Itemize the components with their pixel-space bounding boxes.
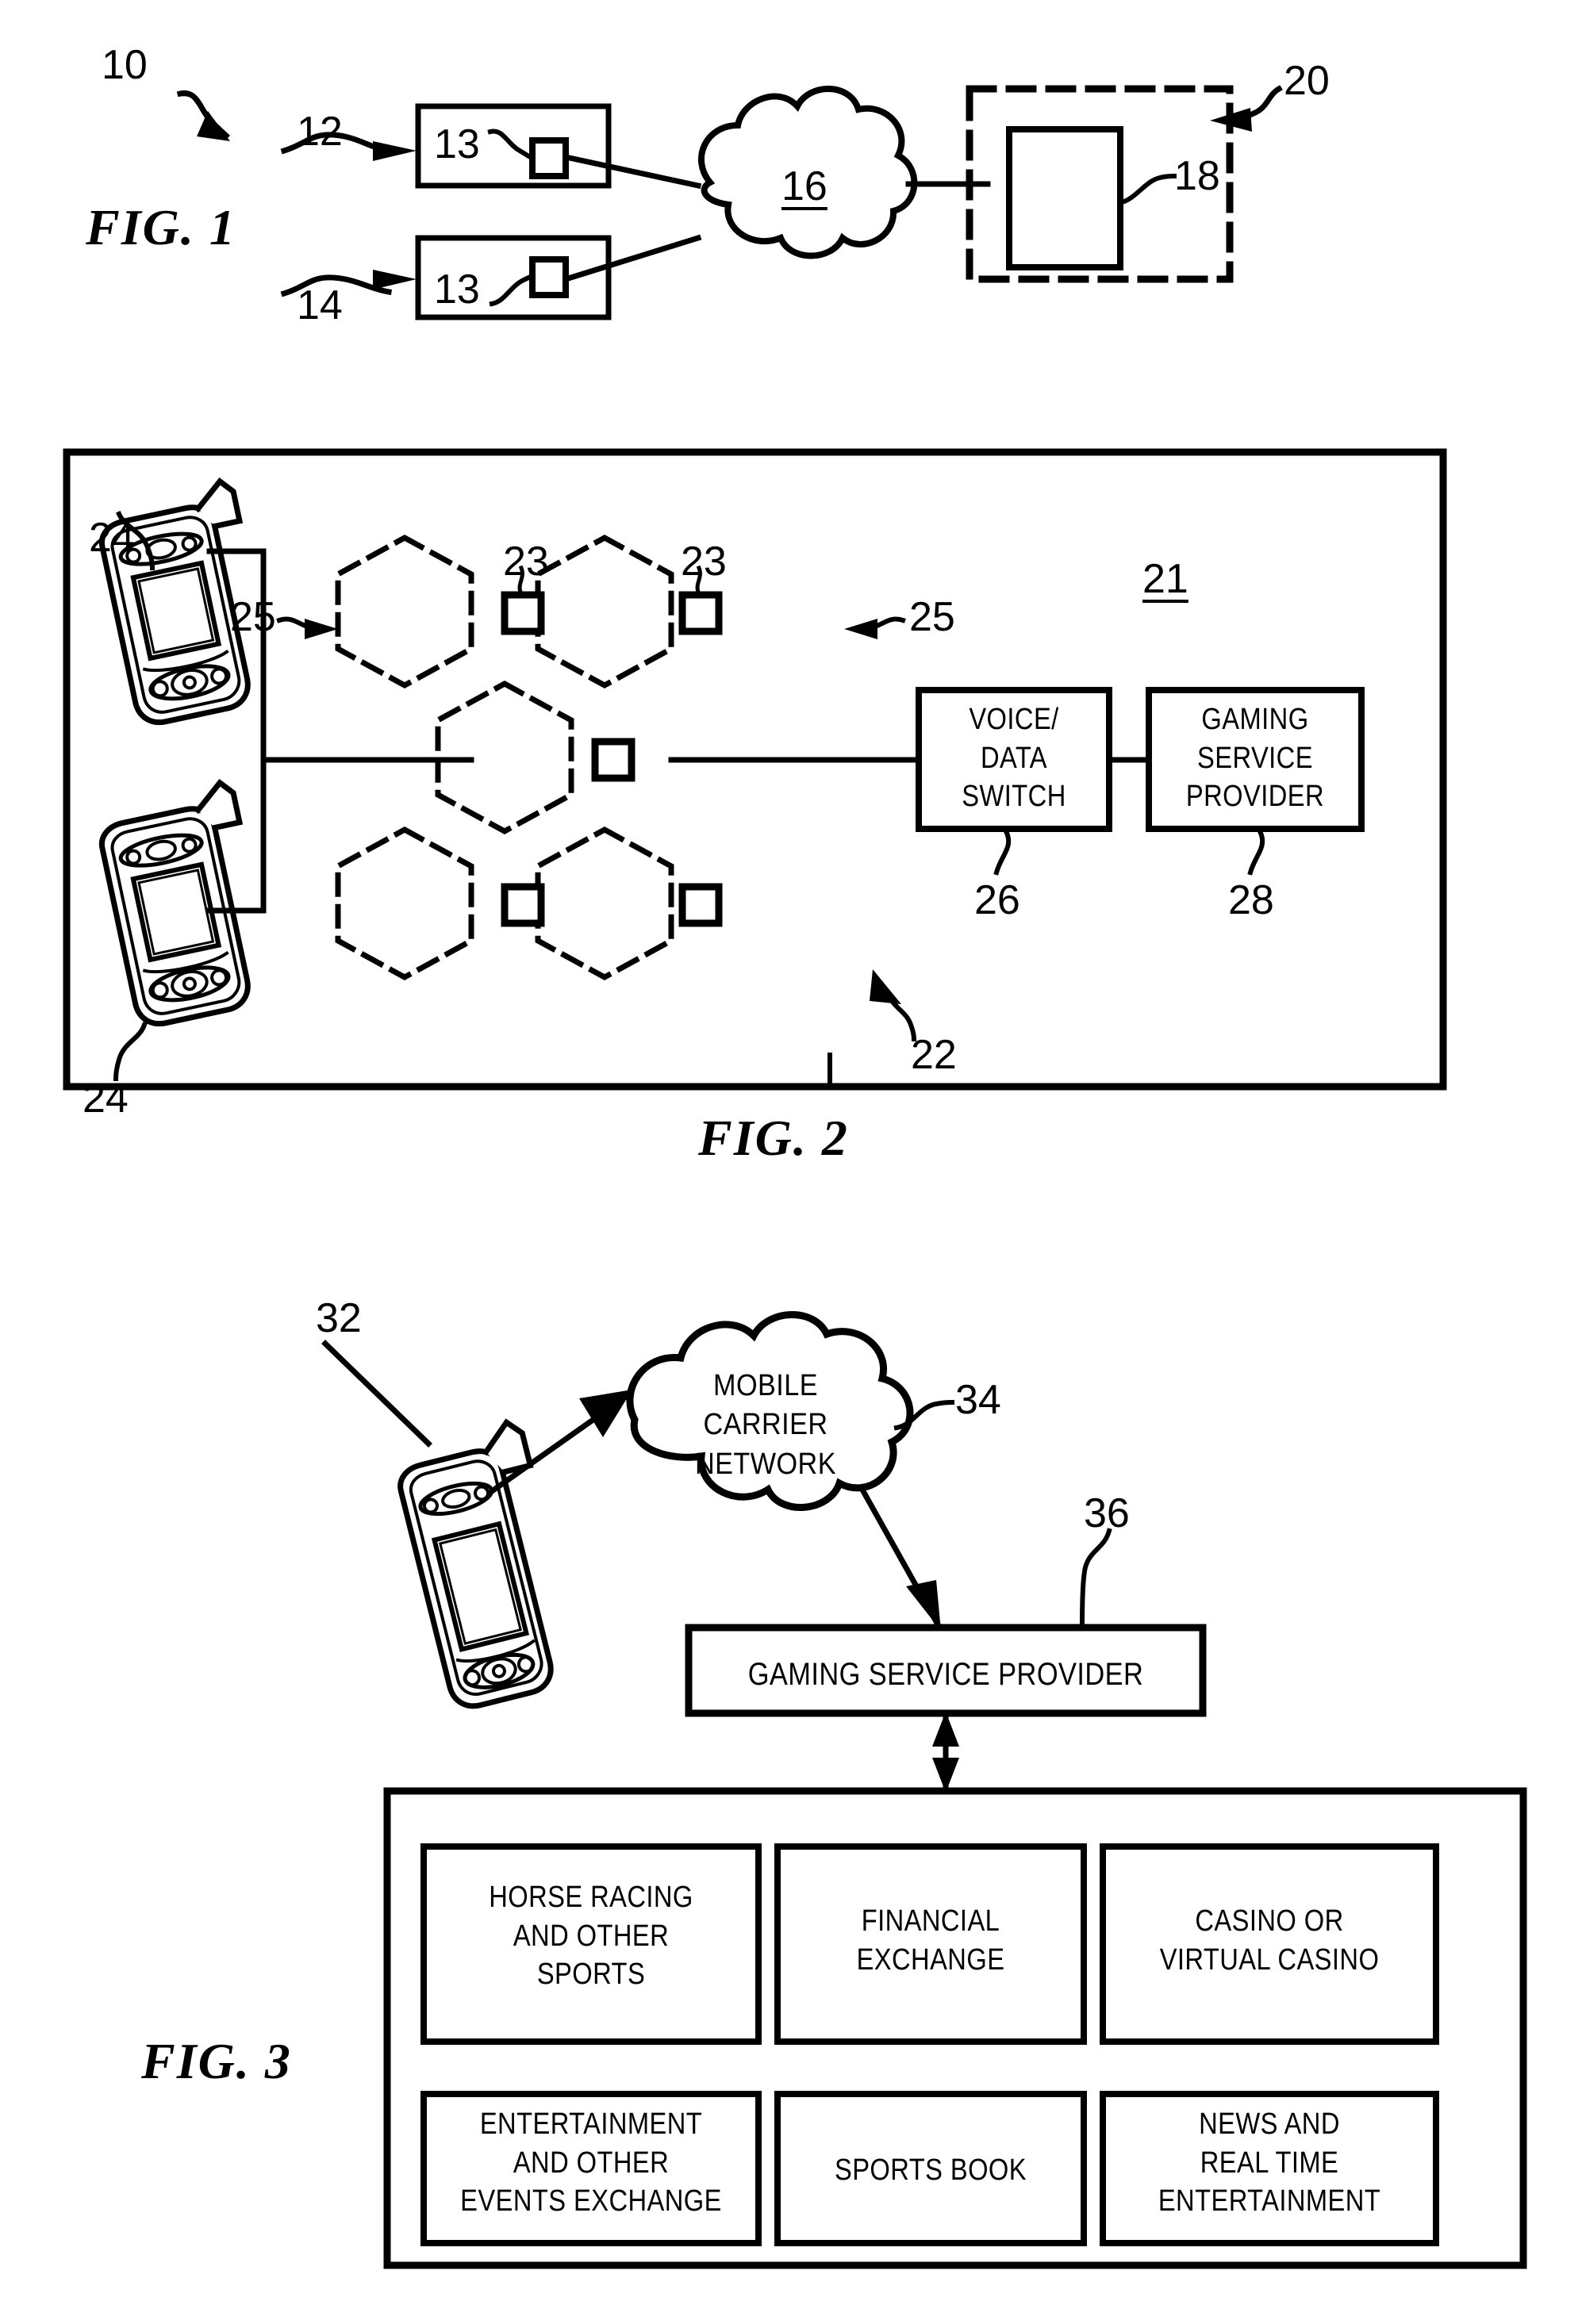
base-station-center <box>591 738 635 782</box>
arrow-head-12 <box>373 141 417 161</box>
mobile-carrier-network-label: MOBILE CARRIER NETWORK <box>695 1369 836 1481</box>
ref-num-14: 14 <box>297 282 343 328</box>
ref-num-10: 10 <box>102 42 148 88</box>
ref-num-28: 28 <box>1228 877 1274 923</box>
cell-center <box>435 681 574 834</box>
base-station-bottom-right <box>678 883 723 927</box>
device-icon-14 <box>529 256 569 298</box>
arrow-head-cloud-to-provider <box>906 1580 941 1631</box>
arrow-head-up <box>932 1712 959 1747</box>
patent-drawing-sheet: FIG. 1 10 12 14 13 13 16 18 20 24 24 25 … <box>0 0 1582 2324</box>
voice-data-switch-label: VOICE/ DATA SWITCH <box>962 703 1066 814</box>
figure-2-caption: FIG. 2 <box>698 1110 849 1166</box>
base-station-top-right-23 <box>678 591 723 635</box>
leader-line-28 <box>1247 827 1265 876</box>
leader-line-24-bottom <box>113 1022 148 1082</box>
cell-top-right <box>535 535 674 688</box>
service-label-entertainment-exchange: ENTERTAINMENT AND OTHER EVENTS EXCHANGE <box>460 2107 722 2219</box>
gaming-service-provider-bar-label: GAMING SERVICE PROVIDER <box>747 1657 1144 1692</box>
arrow-handset-to-cloud <box>488 1392 631 1495</box>
ref-num-24-bottom: 24 <box>83 1076 129 1122</box>
leader-line-13-top <box>487 128 536 162</box>
leader-line-13-bottom <box>489 273 536 307</box>
handset-bottom-24 <box>98 779 251 1027</box>
cell-bottom-left <box>335 826 474 980</box>
leader-line-10 <box>176 90 230 140</box>
server-box-18 <box>1006 126 1123 270</box>
ref-num-24-top: 24 <box>89 515 135 561</box>
arrow-head-25-left <box>305 619 338 639</box>
ref-num-13-bottom: 13 <box>434 267 480 313</box>
leader-line-22 <box>884 988 917 1042</box>
service-label-financial-exchange: FINANCIAL EXCHANGE <box>856 1904 1005 1977</box>
service-label-sports-book: SPORTS BOOK <box>834 2153 1027 2187</box>
service-label-news-entertainment: NEWS AND REAL TIME ENTERTAINMENT <box>1158 2107 1381 2219</box>
leader-line-18 <box>1119 173 1177 205</box>
leader-line-20 <box>1231 85 1283 124</box>
arrow-head-handset-to-cloud <box>579 1390 632 1437</box>
ref-num-12: 12 <box>297 109 343 155</box>
gaming-service-provider-label: GAMING SERVICE PROVIDER <box>1185 703 1325 814</box>
cell-grid-22 <box>335 535 674 980</box>
service-label-casino: CASINO OR VIRTUAL CASINO <box>1159 1904 1380 1977</box>
ref-num-32: 32 <box>316 1295 362 1341</box>
leader-line-32 <box>321 1340 432 1448</box>
ref-num-20: 20 <box>1284 58 1330 104</box>
ref-num-36: 36 <box>1084 1490 1130 1536</box>
ref-num-26: 26 <box>974 877 1020 923</box>
ref-num-21: 21 <box>1142 556 1188 602</box>
ref-num-22: 22 <box>911 1032 957 1078</box>
service-label-horse-racing: HORSE RACING AND OTHER SPORTS <box>489 1881 693 1992</box>
arrow-cloud-to-provider <box>859 1487 942 1628</box>
leader-line-36 <box>1079 1528 1112 1631</box>
cell-bottom-right <box>535 826 674 980</box>
figure-3-caption: FIG. 3 <box>141 2033 292 2089</box>
leader-line-25-left <box>276 616 317 631</box>
leader-line-26 <box>993 827 1012 876</box>
arrow-head-10 <box>197 111 230 141</box>
arrow-head-25-right <box>844 619 877 639</box>
base-station-bottom-left <box>501 883 545 927</box>
link-14-to-cloud <box>562 234 702 283</box>
arrow-head-14 <box>373 270 417 290</box>
ref-num-25-right: 25 <box>909 594 955 640</box>
ref-num-23-right: 23 <box>681 539 727 585</box>
arrow-head-22 <box>870 969 901 1004</box>
ref-num-34: 34 <box>955 1377 1001 1423</box>
link-12-to-cloud <box>562 153 702 190</box>
cell-top-left <box>335 535 474 688</box>
ref-num-13-top: 13 <box>434 121 480 167</box>
ref-num-16: 16 <box>781 163 827 209</box>
base-station-top-left-23 <box>501 591 545 635</box>
ref-num-18: 18 <box>1174 153 1220 199</box>
figure-1-caption: FIG. 1 <box>86 199 236 255</box>
ref-num-25-left: 25 <box>230 594 276 640</box>
device-icon-12 <box>529 137 569 179</box>
leader-line-25-right <box>865 616 906 631</box>
arrow-head-20 <box>1210 108 1252 132</box>
leader-line-34 <box>893 1399 955 1431</box>
handset-32 <box>397 1418 554 1709</box>
ref-num-23-left: 23 <box>503 539 549 585</box>
arrow-head-down <box>932 1758 959 1793</box>
